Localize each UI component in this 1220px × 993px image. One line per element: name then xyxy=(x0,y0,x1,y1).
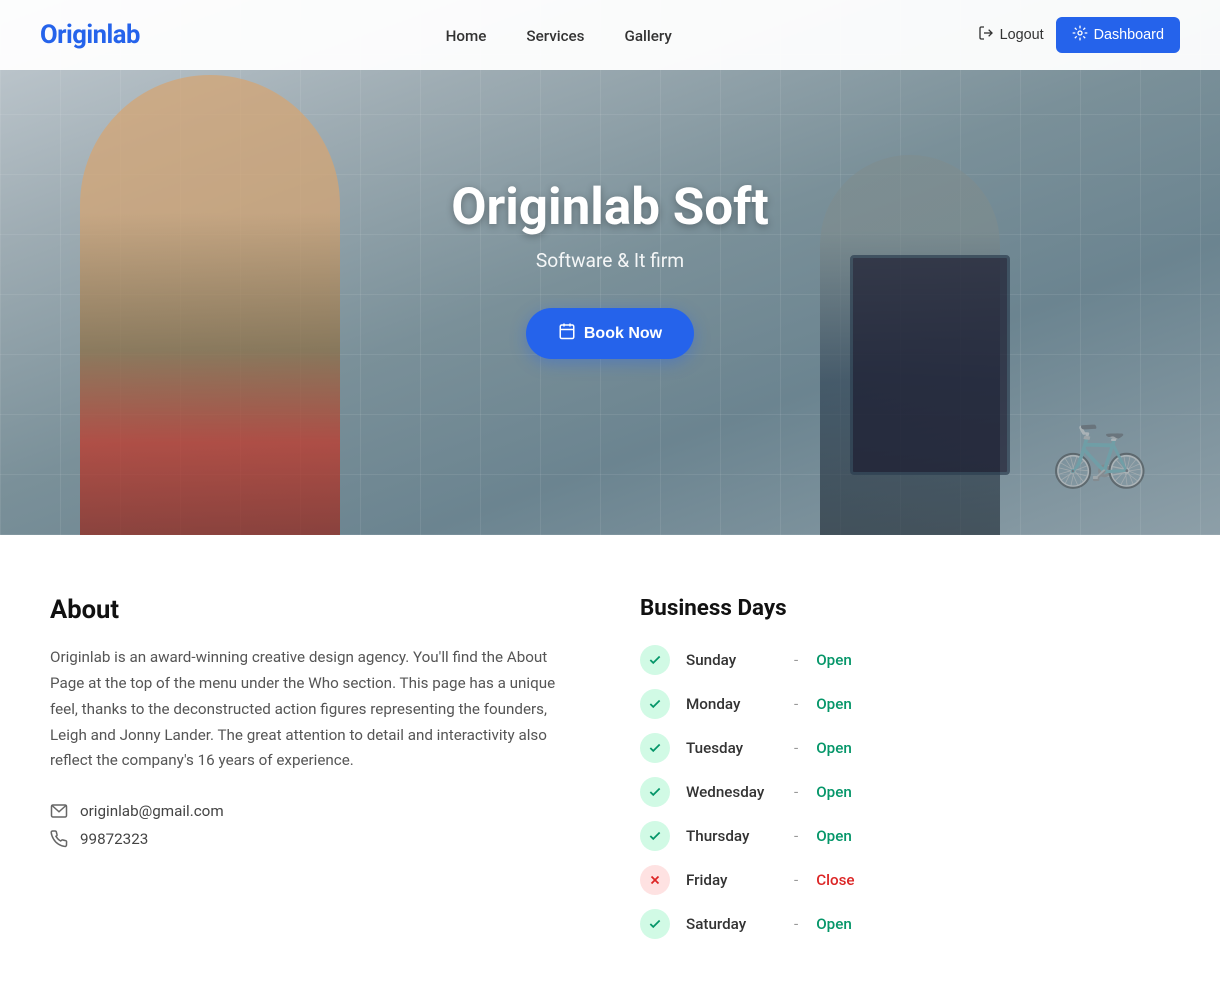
phone-icon xyxy=(50,830,68,848)
day-separator: - xyxy=(794,783,798,801)
hero-figure-left xyxy=(80,75,340,535)
day-name: Saturday xyxy=(686,915,776,933)
dashboard-icon xyxy=(1072,25,1088,45)
day-row: Sunday- Open xyxy=(640,645,1170,675)
day-status: Open xyxy=(816,695,852,713)
day-status: Open xyxy=(816,783,852,801)
day-name: Thursday xyxy=(686,827,776,845)
logout-button[interactable]: Logout xyxy=(978,25,1044,45)
business-days-panel: Business Days Sunday- OpenMonday- OpenTu… xyxy=(640,595,1170,953)
open-badge-icon xyxy=(640,733,670,763)
day-separator: - xyxy=(794,915,798,933)
nav-home[interactable]: Home xyxy=(446,27,487,45)
day-separator: - xyxy=(794,827,798,845)
about-text: Originlab is an award-winning creative d… xyxy=(50,645,580,774)
email-value: originlab@gmail.com xyxy=(80,802,224,820)
dashboard-button[interactable]: Dashboard xyxy=(1056,17,1180,53)
closed-badge-icon xyxy=(640,865,670,895)
day-row: Tuesday- Open xyxy=(640,733,1170,763)
logout-icon xyxy=(978,25,994,45)
email-icon xyxy=(50,802,68,820)
day-separator: - xyxy=(794,739,798,757)
site-logo[interactable]: Originlab xyxy=(40,20,140,50)
day-name: Wednesday xyxy=(686,783,776,801)
email-contact: originlab@gmail.com xyxy=(50,802,580,820)
about-section: About Originlab is an award-winning crea… xyxy=(10,535,1210,993)
hero-monitor xyxy=(850,255,1010,475)
hero-section: 🚲 Originlab Soft Software & It firm Book… xyxy=(0,0,1220,535)
day-status: Open xyxy=(816,739,852,757)
day-name: Sunday xyxy=(686,651,776,669)
about-title: About xyxy=(50,595,580,625)
nav-services[interactable]: Services xyxy=(526,27,584,45)
hero-content: Originlab Soft Software & It firm Book N… xyxy=(451,176,769,359)
nav-links: Home Services Gallery xyxy=(446,26,672,45)
phone-contact: 99872323 xyxy=(50,830,580,848)
day-separator: - xyxy=(794,651,798,669)
day-row: Monday- Open xyxy=(640,689,1170,719)
nav-actions: Logout Dashboard xyxy=(978,17,1180,53)
open-badge-icon xyxy=(640,689,670,719)
day-row: Saturday- Open xyxy=(640,909,1170,939)
open-badge-icon xyxy=(640,777,670,807)
navbar: Originlab Home Services Gallery Logout xyxy=(0,0,1220,70)
day-status: Close xyxy=(816,871,854,889)
hero-bike-icon: 🚲 xyxy=(1040,375,1160,515)
day-status: Open xyxy=(816,651,852,669)
open-badge-icon xyxy=(640,645,670,675)
about-panel: About Originlab is an award-winning crea… xyxy=(50,595,580,953)
days-list: Sunday- OpenMonday- OpenTuesday- OpenWed… xyxy=(640,645,1170,939)
business-days-title: Business Days xyxy=(640,595,1170,621)
day-name: Monday xyxy=(686,695,776,713)
day-separator: - xyxy=(794,871,798,889)
day-name: Friday xyxy=(686,871,776,889)
day-separator: - xyxy=(794,695,798,713)
day-row: Thursday- Open xyxy=(640,821,1170,851)
day-name: Tuesday xyxy=(686,739,776,757)
hero-subtitle: Software & It firm xyxy=(451,249,769,272)
hero-title: Originlab Soft xyxy=(451,176,769,237)
open-badge-icon xyxy=(640,821,670,851)
open-badge-icon xyxy=(640,909,670,939)
book-now-button[interactable]: Book Now xyxy=(526,308,694,359)
calendar-icon xyxy=(558,322,576,345)
day-status: Open xyxy=(816,915,852,933)
day-row: Wednesday- Open xyxy=(640,777,1170,807)
day-row: Friday- Close xyxy=(640,865,1170,895)
day-status: Open xyxy=(816,827,852,845)
phone-value: 99872323 xyxy=(80,830,148,848)
nav-gallery[interactable]: Gallery xyxy=(625,27,672,45)
